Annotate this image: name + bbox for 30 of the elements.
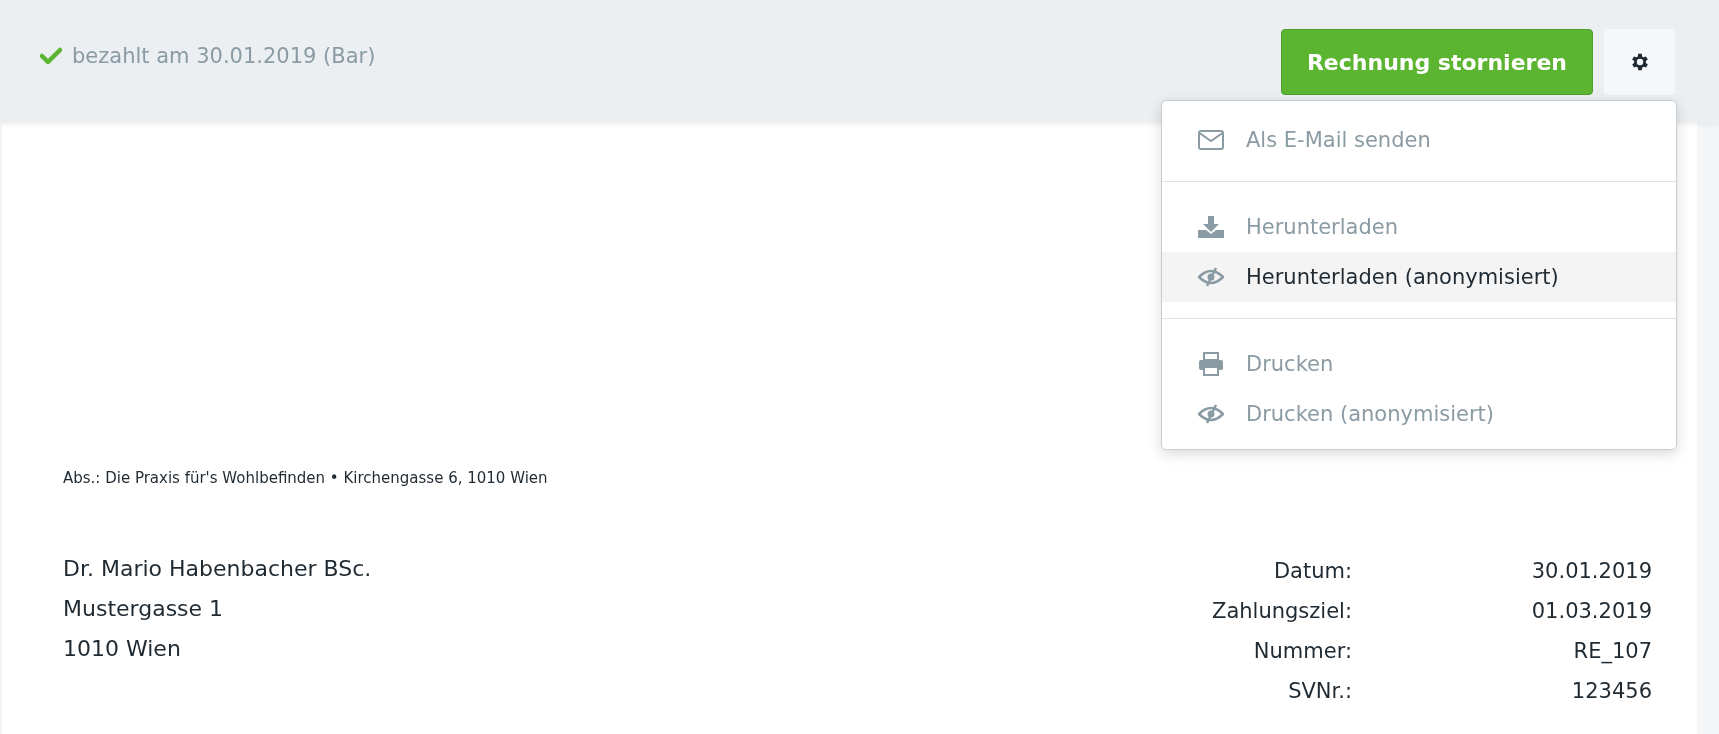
crossed-eye-icon <box>1198 267 1224 287</box>
recipient-address-line: Dr. Mario Habenbacher BSc. <box>63 555 372 583</box>
detail-label: Datum: <box>1273 558 1352 585</box>
menu-item[interactable]: Als E-Mail senden <box>1162 115 1676 165</box>
cancel-invoice-button[interactable]: Rechnung stornieren <box>1280 29 1593 95</box>
menu-item[interactable]: Herunterladen <box>1162 202 1676 252</box>
menu-item[interactable]: Herunterladen (anonymisiert) <box>1162 252 1676 302</box>
detail-label: Zahlungsziel: <box>1212 598 1352 625</box>
download-icon <box>1198 216 1224 238</box>
detail-label: Nummer: <box>1253 638 1352 665</box>
detail-value: 30.01.2019 <box>1531 558 1652 585</box>
menu-item-label: Als E-Mail senden <box>1246 128 1431 152</box>
recipient-address-line: 1010 Wien <box>63 635 182 663</box>
detail-label: SVNr.: <box>1288 678 1352 705</box>
menu-item-label: Drucken <box>1246 352 1334 376</box>
detail-value: RE_107 <box>1573 638 1652 666</box>
printer-icon <box>1198 352 1224 376</box>
menu-item-label: Herunterladen (anonymisiert) <box>1246 265 1559 289</box>
sender-line: Abs.: Die Praxis für's Wohlbefinden • Kirchengasse 6, 1010 Wien <box>63 469 549 487</box>
detail-value: 123456 <box>1571 678 1652 705</box>
envelope-icon <box>1198 130 1224 150</box>
detail-value: 01.03.2019 <box>1531 598 1652 625</box>
menu-item-label: Herunterladen <box>1246 215 1398 239</box>
menu-item-label: Drucken (anonymisiert) <box>1246 402 1494 426</box>
settings-button[interactable] <box>1604 29 1675 95</box>
crossed-eye-icon <box>1198 404 1224 424</box>
menu-item[interactable]: Drucken <box>1162 339 1676 389</box>
recipient-address-line: Mustergasse 1 <box>63 595 225 623</box>
menu-item[interactable]: Drucken (anonymisiert) <box>1162 389 1676 439</box>
payment-status: bezahlt am 30.01.2019 (Bar) <box>72 44 376 68</box>
